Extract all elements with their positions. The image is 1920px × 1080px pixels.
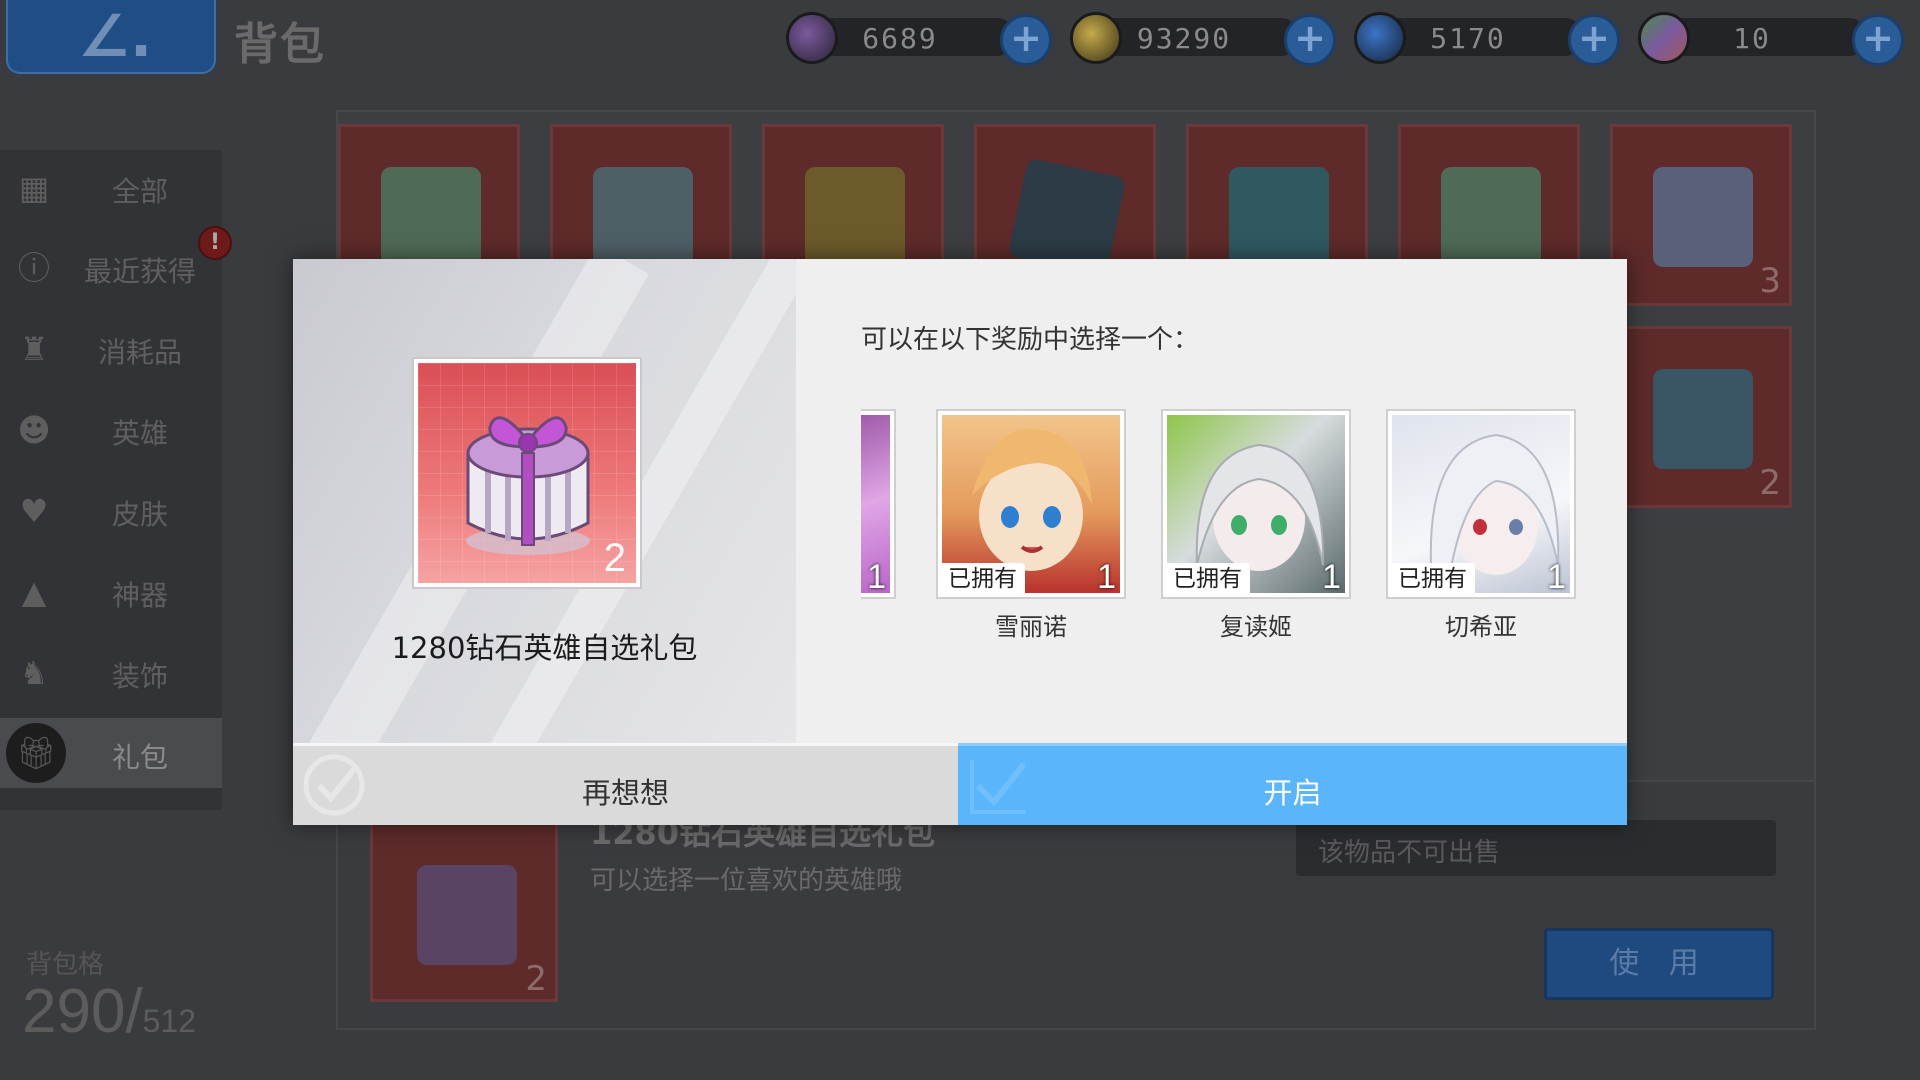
reward-choice-area: 可以在以下奖励中选择一个： 1 已拥有 1 雪丽诺 已拥有 1 复读姬 已拥有 … xyxy=(796,259,1627,743)
add-key-button[interactable]: + xyxy=(1000,14,1052,66)
game-screen: ∠. 背包 6689 + 93290 + 5170 + 10 + ▦ 全部 ⓘ … xyxy=(0,0,1920,1080)
resource-gold: 93290 + xyxy=(1070,12,1340,66)
sidebar-item-gift-packs[interactable]: 🎁︎ 礼包 xyxy=(0,718,222,788)
owned-label: 已拥有 xyxy=(1390,563,1475,595)
hero-name: 复读姬 xyxy=(1220,613,1292,641)
gift-pack-choice-dialog: 2 1280钻石英雄自选礼包 可以在以下奖励中选择一个： 1 已拥有 1 雪丽诺… xyxy=(293,259,1627,825)
open-button[interactable]: 开启 xyxy=(958,743,1627,825)
back-button[interactable]: ∠. xyxy=(6,0,216,74)
shirt-icon: ♥ xyxy=(19,492,49,530)
paper-bag-icon xyxy=(1229,167,1329,267)
resource-gold-value: 93290 xyxy=(1136,22,1232,55)
page-title: 背包 xyxy=(234,19,326,70)
shopping-bag-icon xyxy=(593,167,693,267)
dialog-item-frame: 2 xyxy=(412,357,642,589)
gift-box-blue-icon xyxy=(1653,167,1753,267)
resource-key: 6689 + xyxy=(786,12,1056,66)
add-gold-button[interactable]: + xyxy=(1284,14,1336,66)
use-button[interactable]: 使 用 xyxy=(1544,928,1774,1000)
selected-item-slot: 2 xyxy=(370,822,558,1002)
resource-crystal: 5170 + xyxy=(1354,12,1624,66)
toy-box-icon xyxy=(1653,369,1753,469)
gift-icon: 🎁︎ xyxy=(6,723,66,783)
info-icon: ⓘ xyxy=(17,249,50,287)
rocking-horse-icon: ♞ xyxy=(19,654,49,692)
sidebar-item-artifacts[interactable]: ▲ 神器 xyxy=(0,556,222,626)
dialog-item-count: 2 xyxy=(603,536,626,580)
hero-icon: ☻ xyxy=(17,411,51,449)
reward-option[interactable]: 已拥有 1 雪丽诺 xyxy=(936,409,1126,641)
artifact-icon: ▲ xyxy=(21,573,47,611)
sidebar-item-heroes[interactable]: ☻ 英雄 xyxy=(0,394,222,464)
resource-crystal-value: 5170 xyxy=(1430,22,1506,55)
gift-box-green-icon xyxy=(381,167,481,267)
sidebar-item-skins[interactable]: ♥ 皮肤 xyxy=(0,475,222,545)
hero-name: 切希亚 xyxy=(1445,613,1517,641)
resource-rainbow: 10 + xyxy=(1638,12,1908,66)
gift-box-green-icon xyxy=(1441,167,1541,267)
choice-prompt: 可以在以下奖励中选择一个： xyxy=(861,325,1200,355)
reward-option[interactable]: 已拥有 1 复读姬 xyxy=(1161,409,1351,641)
owned-label: 已拥有 xyxy=(1165,563,1250,595)
gift-box-gold-icon xyxy=(805,167,905,267)
selected-item-description: 可以选择一位喜欢的英雄哦 xyxy=(590,866,903,896)
hero-name: 雪丽诺 xyxy=(995,613,1067,641)
back-chevron-icon: ∠. xyxy=(78,2,153,70)
reward-option[interactable]: 已拥有 1 切希亚 xyxy=(1386,409,1576,641)
cancel-button[interactable]: 再想想 xyxy=(293,743,958,825)
sidebar-item-consumables[interactable]: ♜ 消耗品 xyxy=(0,313,222,383)
inventory-slot[interactable]: 2 xyxy=(1610,326,1792,508)
dialog-item-name: 1280钻石英雄自选礼包 xyxy=(391,631,698,665)
resource-key-value: 6689 xyxy=(862,22,938,55)
potion-icon: ♜ xyxy=(19,330,49,368)
sidebar-item-recent[interactable]: ⓘ 最近获得 xyxy=(0,232,222,302)
grid-icon: ▦ xyxy=(18,169,50,207)
resource-rainbow-value: 10 xyxy=(1733,22,1771,55)
dialog-item-preview: 2 1280钻石英雄自选礼包 xyxy=(293,259,811,794)
inventory-slot[interactable]: 3 xyxy=(1610,124,1792,306)
sidebar-item-all[interactable]: ▦ 全部 xyxy=(0,152,222,222)
owned-label: 已拥有 xyxy=(940,563,1025,595)
add-rainbow-button[interactable]: + xyxy=(1852,14,1904,66)
reward-option[interactable]: 1 xyxy=(861,409,896,599)
reward-choice-list[interactable]: 1 已拥有 1 雪丽诺 已拥有 1 复读姬 已拥有 1 切希亚 xyxy=(861,409,1627,649)
capacity-count: 290/512 xyxy=(22,977,197,1046)
purple-gift-box-icon xyxy=(417,865,517,965)
sell-status: 该物品不可出售 xyxy=(1296,820,1776,876)
sidebar-item-decorations[interactable]: ♞ 装饰 xyxy=(0,637,222,707)
new-badge: ! xyxy=(198,226,232,260)
add-crystal-button[interactable]: + xyxy=(1568,14,1620,66)
